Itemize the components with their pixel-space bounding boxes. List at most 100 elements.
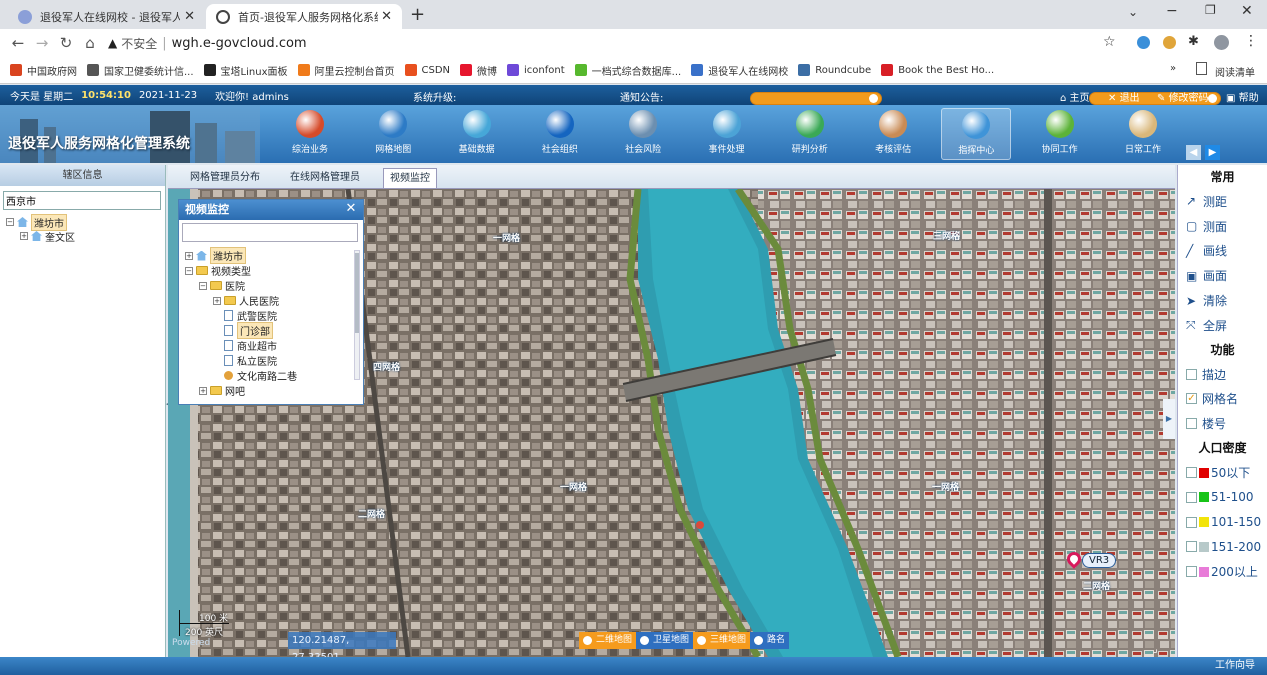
change-password-link[interactable]: ✎ 修改密码	[1157, 89, 1209, 104]
nav-item[interactable]: 日常工作	[1108, 108, 1178, 160]
logout-link[interactable]: ✕ 退出	[1108, 89, 1140, 104]
more-bookmarks[interactable]: »	[1170, 63, 1176, 74]
collapse-icon[interactable]: −	[185, 266, 193, 275]
bookmark-item[interactable]: 阿里云控制台首页	[297, 63, 395, 78]
tree-node-city[interactable]: − 潍坊市	[6, 213, 165, 231]
district-input[interactable]	[3, 191, 161, 210]
nav-next-icon[interactable]: ▶	[1205, 145, 1220, 160]
video-tree-node[interactable]: 商业超市	[179, 338, 354, 353]
video-tree-node[interactable]: 门诊部	[179, 322, 354, 339]
reload-icon[interactable]: ↻	[54, 34, 78, 52]
tool-fullscreen[interactable]: ⤧ 全屏	[1178, 313, 1267, 338]
video-tree-node[interactable]: − 医院	[179, 278, 354, 293]
collapse-icon[interactable]: −	[6, 218, 14, 226]
bookmark-item[interactable]: 一档式综合数据库...	[574, 63, 681, 78]
bookmark-item[interactable]: 中国政府网	[10, 63, 77, 78]
close-tab-icon[interactable]: ✕	[184, 9, 195, 24]
forward-icon[interactable]: →	[30, 34, 54, 52]
video-tree-node[interactable]: − 视频类型	[179, 263, 354, 278]
map-type-option[interactable]: 三维地图	[693, 632, 751, 649]
expand-right-icon[interactable]: ▶	[1163, 399, 1175, 439]
tool-area[interactable]: ▢ 测面	[1178, 214, 1267, 239]
new-tab-icon[interactable]: +	[410, 4, 425, 25]
close-icon[interactable]: ✕	[342, 201, 360, 218]
function-toggle[interactable]: ✓ 网格名	[1178, 387, 1267, 412]
nav-item[interactable]: 综治业务	[275, 108, 345, 160]
bookmark-item[interactable]: Roundcube	[798, 63, 871, 78]
resize-corner-icon[interactable]: ⌟	[1153, 644, 1158, 655]
bookmark-item[interactable]: iconfont	[507, 63, 565, 78]
map-type-option[interactable]: 二维地图	[579, 632, 637, 649]
checkbox-icon[interactable]	[1186, 467, 1197, 479]
reading-list[interactable]: 阅读清单	[1215, 64, 1255, 79]
nav-item[interactable]: 指挥中心	[941, 108, 1012, 160]
bookmark-item[interactable]: 国家卫健委统计信...	[87, 63, 194, 78]
browser-tab-1[interactable]: 退役军人在线网校 - 退役军人服务 ✕	[8, 4, 205, 29]
upgrade-select[interactable]	[749, 91, 882, 105]
home-icon[interactable]: ⌂	[78, 34, 102, 52]
video-tree-node[interactable]: + 潍坊市	[179, 247, 354, 264]
nav-item[interactable]: 社会风险	[608, 108, 678, 160]
cookie-icon[interactable]	[1163, 36, 1176, 49]
checkbox-icon[interactable]	[1186, 541, 1197, 553]
checkbox-checked-icon[interactable]: ✓	[1186, 393, 1197, 405]
star-icon[interactable]: ☆	[1103, 34, 1116, 50]
tab-online-grid-admin[interactable]: 在线网格管理员	[284, 168, 366, 188]
density-item[interactable]: 50以下	[1178, 460, 1267, 485]
collapse-icon[interactable]: −	[199, 281, 207, 290]
density-item[interactable]: 51-100	[1178, 485, 1267, 510]
expand-icon[interactable]: +	[185, 251, 193, 260]
profile-icon[interactable]	[1214, 35, 1229, 50]
restore-icon[interactable]: ❐	[1205, 3, 1216, 17]
bookmark-item[interactable]: 退役军人在线网校	[691, 63, 788, 78]
expand-icon[interactable]: +	[199, 386, 207, 395]
home-link[interactable]: ⌂ 主页	[1060, 89, 1090, 104]
bookmark-item[interactable]: 宝塔Linux面板	[203, 63, 288, 78]
tool-polygon[interactable]: ▣ 画面	[1178, 263, 1267, 288]
video-tree-node[interactable]: 文化南路二巷	[179, 368, 354, 383]
map-type-option[interactable]: 路名	[750, 632, 790, 649]
back-icon[interactable]: ←	[6, 34, 30, 52]
function-toggle[interactable]: 楼号	[1178, 411, 1267, 436]
checkbox-icon[interactable]	[1186, 491, 1197, 503]
nav-item[interactable]: 基础数据	[442, 108, 512, 160]
map-type-option[interactable]: 卫星地图	[636, 632, 694, 649]
browser-tab-2[interactable]: 首页-退役军人服务网格化系统 ✕	[206, 4, 402, 29]
tool-eraser[interactable]: ➤ 清除	[1178, 288, 1267, 313]
checkbox-icon[interactable]	[1186, 418, 1197, 430]
tool-line[interactable]: ╱ 画线	[1178, 239, 1267, 264]
video-tree-node[interactable]: + 网吧	[179, 383, 354, 398]
checkbox-icon[interactable]	[1186, 368, 1197, 380]
close-tab-icon[interactable]: ✕	[381, 9, 392, 24]
video-tree-node[interactable]: 武警医院	[179, 308, 354, 323]
extension-icon[interactable]	[1137, 36, 1150, 49]
function-toggle[interactable]: 描边	[1178, 362, 1267, 387]
nav-item[interactable]: 研判分析	[775, 108, 845, 160]
menu-icon[interactable]: ⋮	[1244, 33, 1258, 49]
bookmark-item[interactable]: CSDN	[404, 63, 450, 78]
nav-item[interactable]: 协同工作	[1025, 108, 1095, 160]
checkbox-icon[interactable]	[1186, 516, 1197, 528]
nav-prev-icon[interactable]: ◀	[1186, 145, 1201, 160]
popup-scrollbar[interactable]	[354, 250, 360, 380]
url-field[interactable]: ▲ 不安全 | wgh.e-govcloud.com	[108, 32, 1098, 54]
help-link[interactable]: ▣ 帮助	[1226, 89, 1259, 104]
density-item[interactable]: 101-150	[1178, 510, 1267, 535]
bookmark-item[interactable]: 微博	[460, 63, 497, 78]
work-guide-button[interactable]: 工作向导	[1203, 657, 1267, 675]
nav-item[interactable]: 社会组织	[525, 108, 595, 160]
bookmark-item[interactable]: Book the Best Ho...	[881, 63, 994, 78]
vr-marker-label[interactable]: VR3	[1082, 553, 1117, 568]
tool-ruler[interactable]: ↗ 测距	[1178, 189, 1267, 214]
nav-item[interactable]: 考核评估	[858, 108, 928, 160]
tab-video-monitor[interactable]: 视频监控	[383, 168, 437, 188]
expand-icon[interactable]: +	[213, 296, 221, 305]
checkbox-icon[interactable]	[1186, 566, 1197, 578]
nav-item[interactable]: 事件处理	[692, 108, 762, 160]
minimize-icon[interactable]: −	[1166, 3, 1178, 19]
tree-node-district[interactable]: + 奎文区	[6, 229, 165, 244]
density-item[interactable]: 151-200	[1178, 535, 1267, 560]
nav-item[interactable]: 网格地图	[358, 108, 428, 160]
tab-list-icon[interactable]: ⌄	[1128, 5, 1138, 19]
window-close-icon[interactable]: ✕	[1241, 3, 1253, 19]
